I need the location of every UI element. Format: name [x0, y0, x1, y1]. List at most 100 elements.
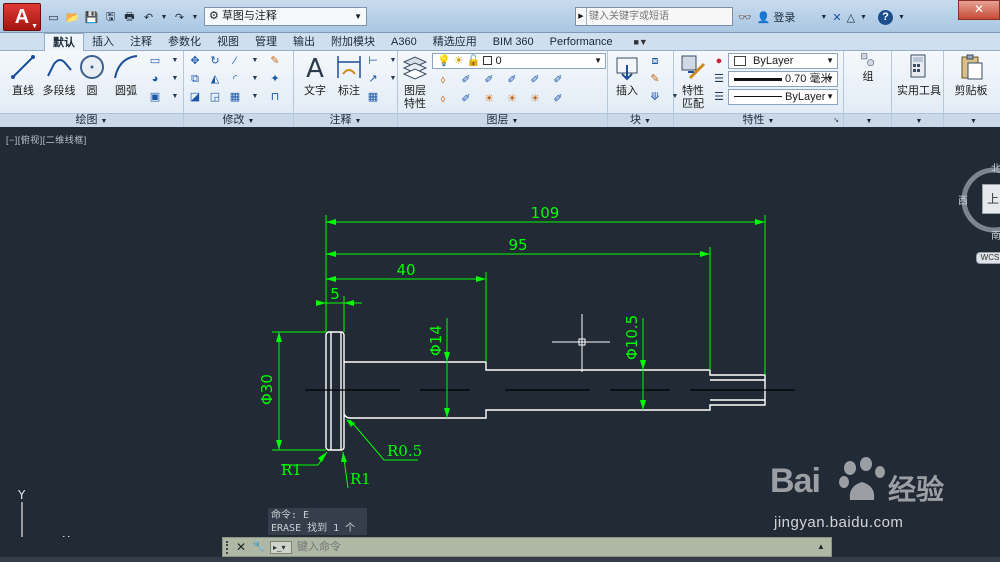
lineweight-dropdown[interactable]: 0.70 毫米 ▼ [728, 71, 838, 87]
tab-view[interactable]: 视图 [209, 33, 247, 51]
trim-icon[interactable]: ⁄ [228, 54, 242, 68]
utilities-button[interactable]: 实用工具 [897, 52, 941, 97]
rotate-icon[interactable]: ↻ [208, 54, 222, 68]
layer-state-icon[interactable]: ⬨ [436, 73, 450, 87]
array-icon[interactable]: ▦ [228, 90, 242, 104]
viewcube[interactable]: 北 西 南 上 WCS [958, 160, 1000, 280]
layer-unlock-icon[interactable]: ✐ [459, 92, 473, 106]
color-wheel-icon[interactable]: ● [712, 54, 726, 68]
workspace-selector[interactable]: ⚙ 草图与注释 ▼ [204, 7, 367, 26]
wrench-icon[interactable]: 🔧 [252, 539, 266, 555]
modify-panel-title[interactable]: 修改 ▼ [184, 113, 293, 127]
layer-unisolate-icon[interactable]: ✐ [482, 73, 496, 87]
group-button[interactable]: 组 [849, 52, 887, 83]
insert-block-button[interactable]: 插入 [610, 52, 644, 97]
ribbon-minimize-button[interactable]: ■▼ [627, 34, 655, 50]
region-dropdown-icon[interactable]: ▼ [168, 90, 182, 104]
help-icon[interactable]: ? [877, 9, 893, 25]
text-button[interactable]: A 文字 [296, 52, 334, 97]
close-window-button[interactable]: ✕ [958, 0, 1000, 20]
array-dropdown-icon[interactable]: ▼ [248, 90, 262, 104]
help-dropdown-icon[interactable]: ▼ [898, 14, 905, 21]
exchange-icon[interactable]: ✕ [832, 11, 841, 24]
search-expand-icon[interactable]: ▶ [576, 8, 587, 25]
tab-a360[interactable]: A360 [383, 33, 425, 51]
tab-featured-apps[interactable]: 精选应用 [425, 33, 485, 51]
hatch-icon[interactable]: ◕ [148, 72, 162, 86]
command-input[interactable] [297, 539, 797, 555]
redo-dropdown-icon[interactable]: ▼ [191, 10, 199, 25]
layer-freeze-icon[interactable]: ✐ [505, 73, 519, 87]
block-attributes-icon[interactable]: ⟱ [648, 90, 662, 104]
viewcube-south[interactable]: 南 [991, 227, 1000, 242]
tab-default[interactable]: 默认 [44, 33, 84, 52]
dimension-button[interactable]: 标注 [330, 52, 368, 97]
command-line-grip-handle[interactable] [226, 541, 230, 554]
arc-button[interactable]: 圆弧 [107, 52, 145, 97]
command-prompt-icon[interactable]: ▸_▾ [270, 541, 292, 554]
layer-dropdown[interactable]: 💡 ☀ 🔓 0 ▼ [432, 53, 606, 69]
dimension-lines[interactable] [272, 215, 766, 489]
match-properties-button[interactable]: 特性 匹配 [676, 52, 710, 111]
fillet-icon[interactable]: ◜ [228, 72, 242, 86]
viewcube-north[interactable]: 北 [991, 160, 1000, 175]
linear-dimension-icon[interactable]: ⊢ [366, 54, 380, 68]
shaft-geometry[interactable] [325, 331, 766, 451]
tab-manage[interactable]: 管理 [247, 33, 285, 51]
mirror-icon[interactable]: ◭ [208, 72, 222, 86]
layers-panel-title[interactable]: 图层 ▼ [398, 113, 607, 127]
create-block-icon[interactable]: ⧈ [648, 54, 662, 68]
fillet-dropdown-icon[interactable]: ▼ [248, 72, 262, 86]
tab-performance[interactable]: Performance [542, 33, 621, 51]
tab-parametric[interactable]: 参数化 [160, 33, 209, 51]
leader-icon[interactable]: ↗ [366, 72, 380, 86]
lineweight-icon[interactable]: ☰ [712, 72, 726, 86]
rectangle-dropdown-icon[interactable]: ▼ [168, 54, 182, 68]
redo-icon[interactable]: ↷ [172, 10, 187, 25]
layer-match-icon[interactable]: ✐ [551, 73, 565, 87]
layer-lock-icon[interactable]: ⬨ [436, 92, 450, 106]
login-dropdown-icon[interactable]: ▼ [820, 14, 827, 21]
autodesk-a360-icon[interactable]: △ [847, 11, 855, 24]
undo-icon[interactable]: ↶ [141, 10, 156, 25]
linetype-icon[interactable]: ☰ [712, 90, 726, 104]
copy-icon[interactable]: ⧉ [188, 72, 202, 86]
clipboard-button[interactable]: 剪贴板 [950, 52, 992, 97]
tab-addins[interactable]: 附加模块 [323, 33, 383, 51]
move-icon[interactable]: ✥ [188, 54, 202, 68]
offset-icon[interactable]: ⊓ [268, 90, 282, 104]
groups-panel-title[interactable]: ▼ [844, 113, 891, 127]
application-menu-button[interactable]: A ▼ [3, 3, 41, 31]
a360-dropdown-icon[interactable]: ▼ [860, 14, 867, 21]
command-history-up-icon[interactable]: ▲ [815, 540, 827, 554]
stretch-icon[interactable]: ◪ [188, 90, 202, 104]
viewcube-top-face[interactable]: 上 [982, 184, 1000, 214]
viewcube-west[interactable]: 西 [958, 192, 968, 207]
utilities-panel-title[interactable]: ▼ [892, 113, 943, 127]
print-icon[interactable]: 🖶 [122, 10, 137, 25]
line-button[interactable]: 直线 [4, 52, 42, 97]
login-button[interactable]: 👤 登录 [757, 9, 796, 25]
tab-insert[interactable]: 插入 [84, 33, 122, 51]
layer-previous-icon[interactable]: ☀ [528, 92, 542, 106]
block-panel-title[interactable]: 块 ▼ [608, 113, 673, 127]
clipboard-panel-title[interactable]: ▼ [944, 113, 1000, 127]
save-as-icon[interactable]: 🖫 [103, 10, 118, 25]
draw-panel-title[interactable]: 绘图 ▼ [0, 113, 183, 127]
layer-isolate-icon[interactable]: ✐ [459, 73, 473, 87]
binoculars-icon[interactable]: 👓 [738, 11, 752, 24]
explode-icon[interactable]: ✦ [268, 72, 282, 86]
layer-walk-icon[interactable]: ☀ [482, 92, 496, 106]
rectangle-icon[interactable]: ▭ [148, 54, 162, 68]
scale-icon[interactable]: ◲ [208, 90, 222, 104]
trim-dropdown-icon[interactable]: ▼ [248, 54, 262, 68]
table-icon[interactable]: ▦ [366, 90, 380, 104]
hatch-dropdown-icon[interactable]: ▼ [168, 72, 182, 86]
layer-properties-button[interactable]: 图层 特性 [398, 52, 432, 111]
open-file-icon[interactable]: 📂 [65, 10, 80, 25]
color-dropdown[interactable]: ByLayer ▼ [728, 53, 838, 69]
layer-merge-icon[interactable]: ☀ [505, 92, 519, 106]
edit-block-icon[interactable]: ✎ [648, 72, 662, 86]
save-icon[interactable]: 💾 [84, 10, 99, 25]
close-icon[interactable]: ✕ [235, 539, 247, 555]
